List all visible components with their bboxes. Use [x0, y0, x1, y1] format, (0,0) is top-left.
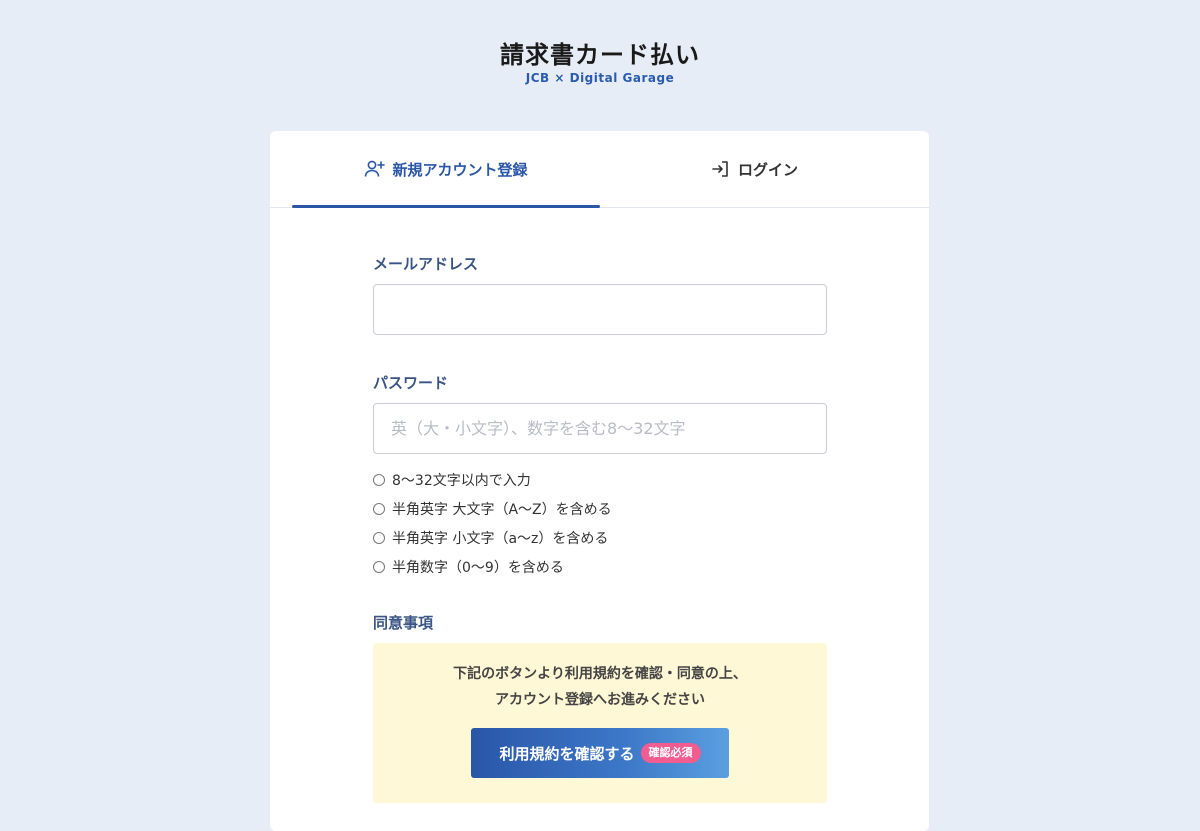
password-rule-text: 半角数字（0〜9）を含める: [392, 559, 564, 576]
login-icon: [710, 159, 732, 179]
circle-icon: [373, 560, 385, 573]
password-field[interactable]: [373, 403, 827, 454]
password-rule: 8〜32文字以内で入力: [373, 465, 612, 494]
email-field[interactable]: [373, 284, 827, 335]
password-rule-text: 半角英字 小文字（a〜z）を含める: [392, 530, 609, 547]
password-rule: 半角数字（0〜9）を含める: [373, 552, 612, 581]
circle-icon: [373, 473, 385, 486]
tab-login-label: ログイン: [737, 160, 798, 179]
consent-box: 下記のボタンより利用規約を確認・同意の上、 アカウント登録へお進みください 利用…: [373, 643, 827, 803]
circle-icon: [373, 502, 385, 515]
consent-line-2: アカウント登録へお進みください: [495, 692, 705, 708]
password-rules: 8〜32文字以内で入力 半角英字 大文字（A〜Z）を含める 半角英字 小文字（a…: [373, 465, 612, 581]
view-terms-label: 利用規約を確認する: [499, 745, 635, 763]
active-tab-indicator: [292, 205, 600, 208]
circle-icon: [373, 531, 385, 544]
tab-signup[interactable]: 新規アカウント登録: [292, 131, 600, 207]
tab-signup-label: 新規アカウント登録: [392, 160, 528, 179]
tab-login[interactable]: ログイン: [600, 131, 908, 207]
email-label: メールアドレス: [373, 255, 479, 273]
password-label: パスワード: [373, 374, 449, 392]
password-rule: 半角英字 小文字（a〜z）を含める: [373, 523, 612, 552]
registration-card: 新規アカウント登録 ログイン メールアドレス パスワード 8〜32文字以内で入力: [270, 131, 929, 831]
logo: 請求書カード払い JCB × Digital Garage: [0, 40, 1200, 86]
logo-title: 請求書カード払い: [500, 41, 700, 69]
logo-subtitle: JCB × Digital Garage: [525, 71, 675, 85]
user-plus-icon: [364, 159, 386, 179]
consent-message: 下記のボタンより利用規約を確認・同意の上、 アカウント登録へお進みください: [373, 643, 827, 713]
password-rule: 半角英字 大文字（A〜Z）を含める: [373, 494, 612, 523]
required-badge: 確認必須: [640, 743, 701, 763]
view-terms-button[interactable]: 利用規約を確認する 確認必須: [471, 728, 729, 778]
tab-bar: 新規アカウント登録 ログイン: [270, 131, 929, 208]
consent-line-1: 下記のボタンより利用規約を確認・同意の上、: [453, 666, 747, 682]
agreement-label: 同意事項: [373, 614, 434, 632]
password-rule-text: 8〜32文字以内で入力: [392, 472, 531, 489]
password-rule-text: 半角英字 大文字（A〜Z）を含める: [392, 501, 612, 518]
